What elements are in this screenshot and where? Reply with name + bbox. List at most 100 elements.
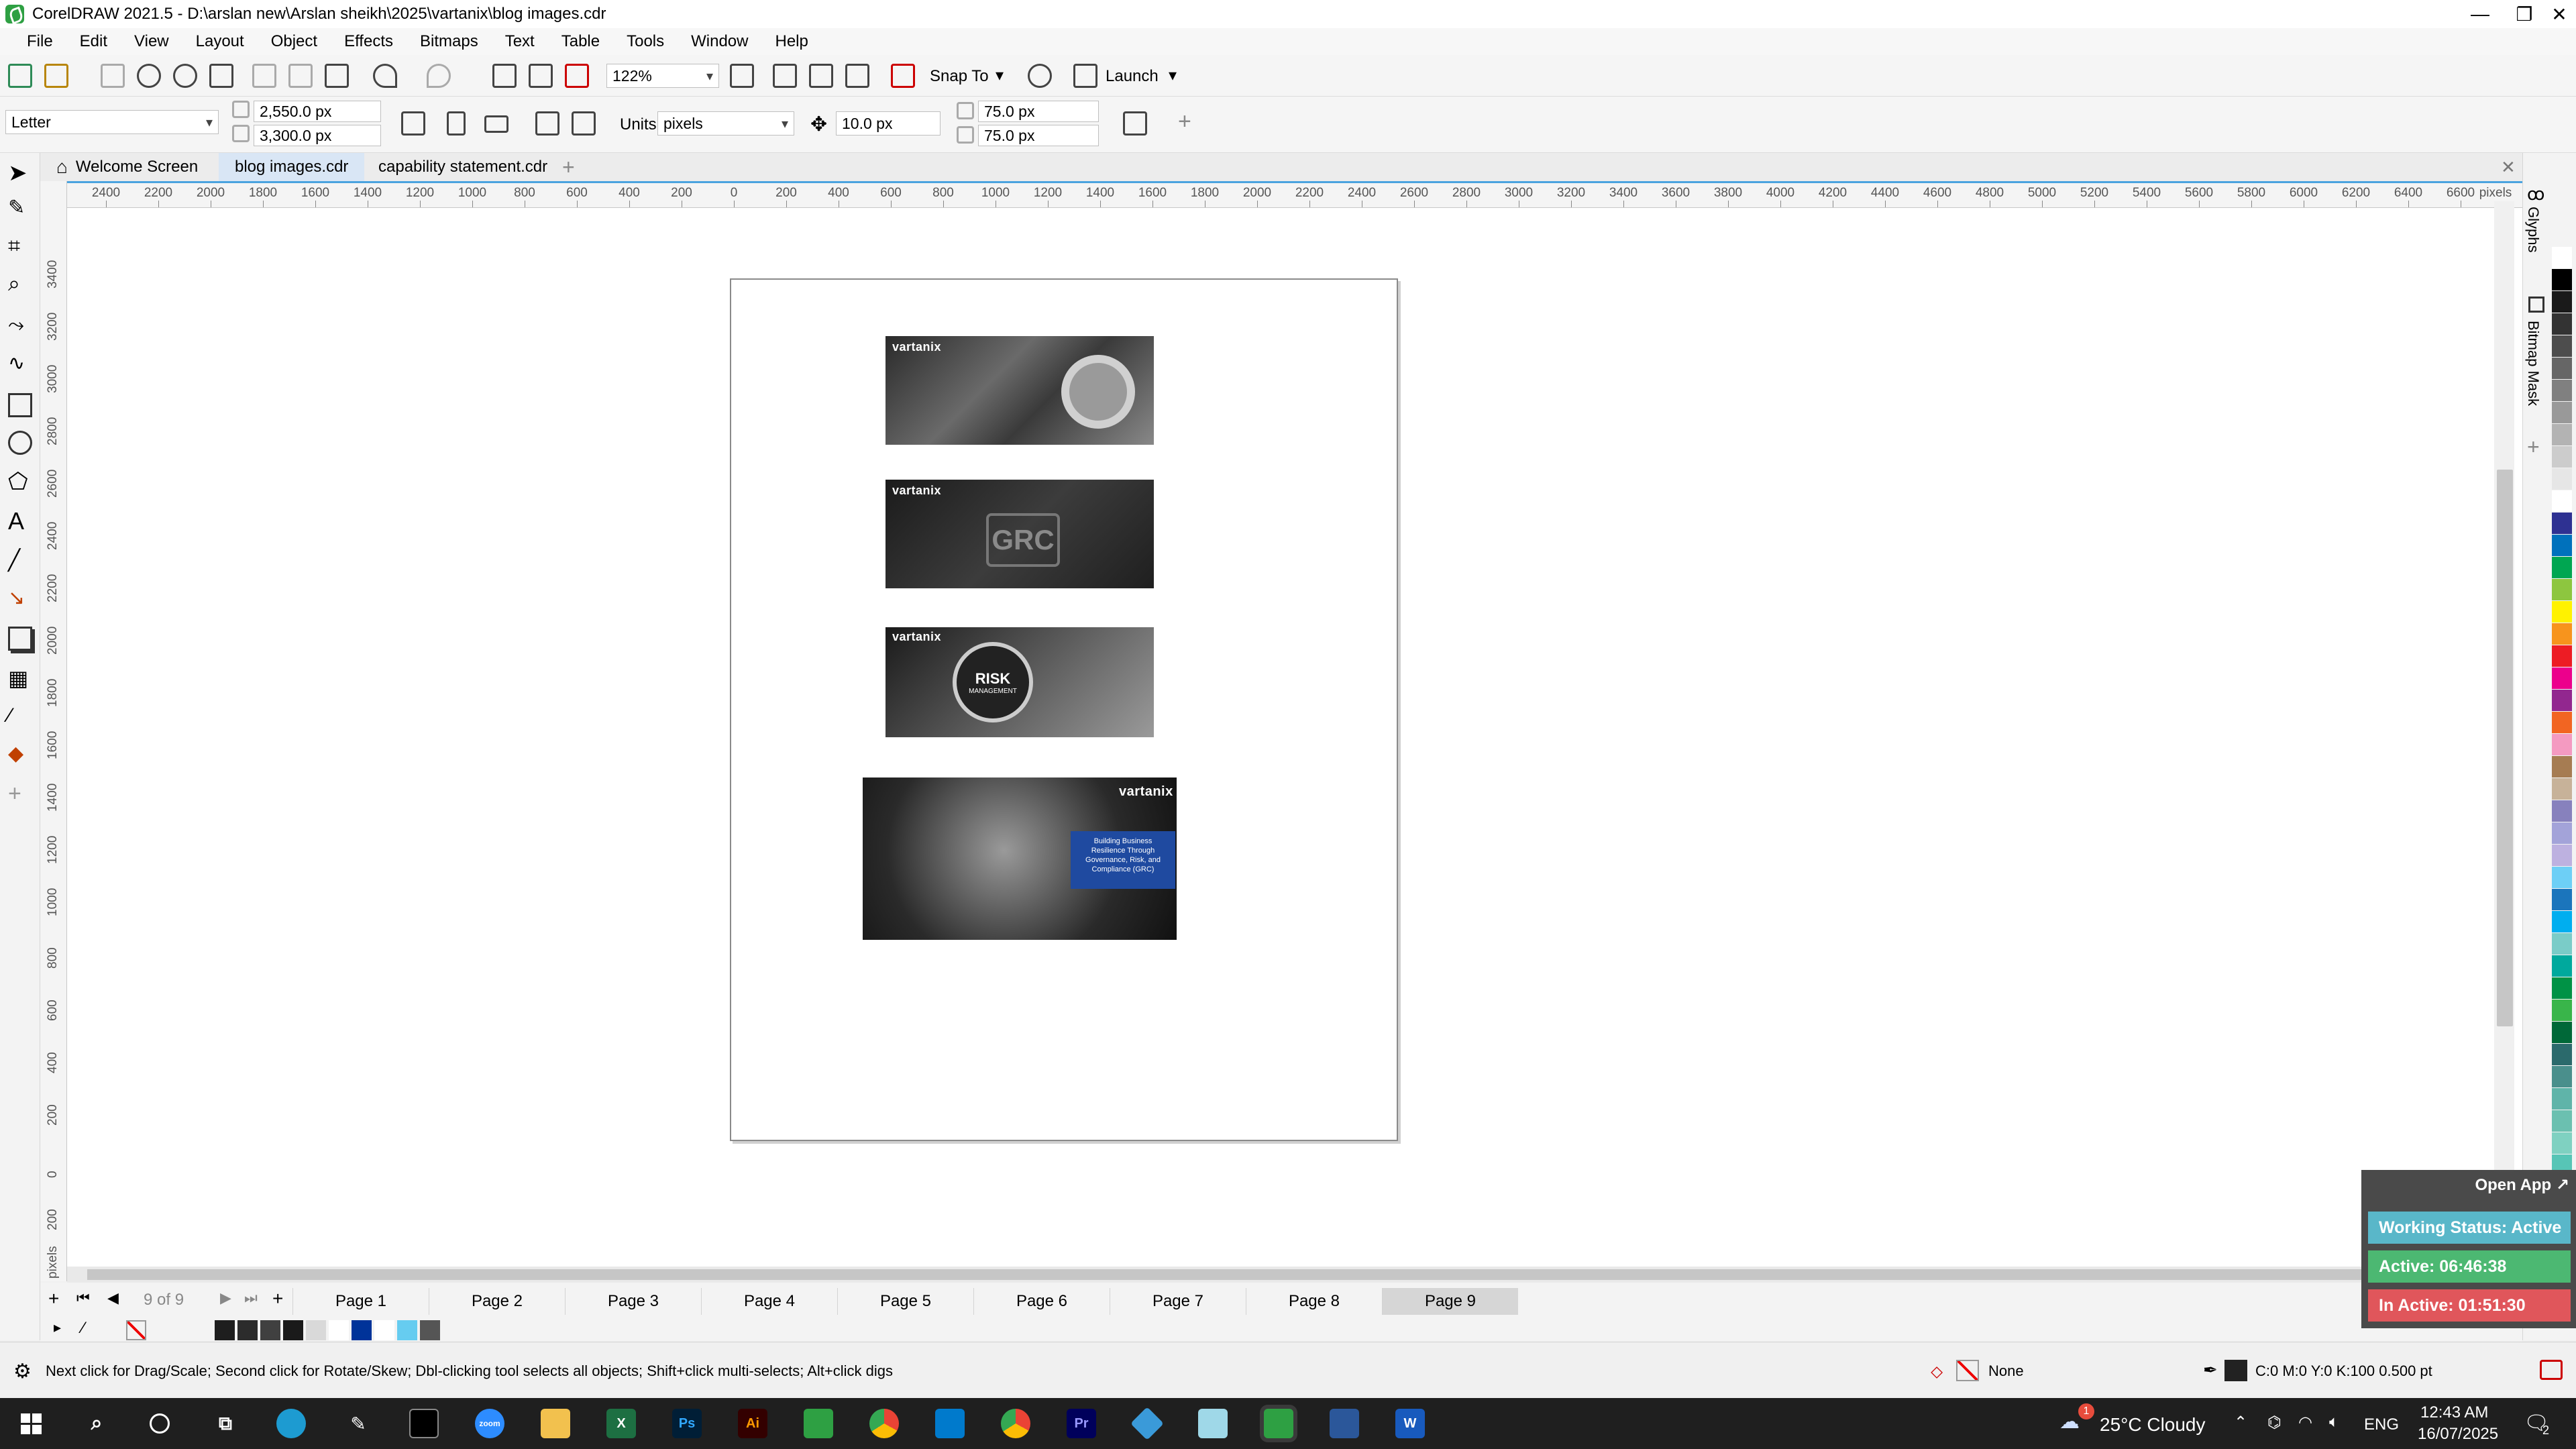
text-tool-icon[interactable]: A xyxy=(8,507,32,535)
portrait-icon[interactable] xyxy=(447,111,466,136)
artistic-media-icon[interactable]: ∿ xyxy=(8,352,32,376)
palette-swatch[interactable] xyxy=(2552,1110,2572,1132)
page-width-field[interactable]: 2,550.0 px xyxy=(254,101,381,122)
page-tab-4[interactable]: Page 4 xyxy=(701,1288,837,1315)
cloud-import-icon[interactable] xyxy=(137,64,161,88)
palette-swatch[interactable] xyxy=(2552,291,2572,313)
weather-icon[interactable]: ☁ xyxy=(2059,1410,2080,1434)
chevron-down-icon[interactable]: ▾ xyxy=(1169,66,1177,85)
palette-swatch[interactable] xyxy=(2552,778,2572,800)
palette-swatch[interactable] xyxy=(2552,690,2572,711)
gear-icon[interactable] xyxy=(1028,64,1052,88)
page-tab-9[interactable]: Page 9 xyxy=(1382,1288,1518,1315)
palette-swatch[interactable] xyxy=(2552,889,2572,910)
fill-none-swatch[interactable] xyxy=(1956,1360,1979,1381)
palette-eyedropper-icon[interactable]: ⁄ xyxy=(82,1319,85,1338)
grid-icon[interactable] xyxy=(809,64,833,88)
outline-color-swatch[interactable] xyxy=(2224,1360,2247,1381)
illustrator-icon[interactable]: Ai xyxy=(738,1409,767,1438)
document-palette-swatch[interactable] xyxy=(329,1320,349,1340)
transform-frame-icon[interactable] xyxy=(1123,111,1147,136)
snap-off-icon[interactable] xyxy=(891,64,915,88)
palette-swatch[interactable] xyxy=(2552,1132,2572,1154)
menu-edit[interactable]: Edit xyxy=(66,32,121,51)
palette-swatch[interactable] xyxy=(2552,822,2572,844)
edge-icon[interactable] xyxy=(276,1409,306,1438)
page-tab-6[interactable]: Page 6 xyxy=(973,1288,1110,1315)
page-tab-5[interactable]: Page 5 xyxy=(837,1288,973,1315)
align-icon[interactable] xyxy=(572,111,596,136)
guidelines-icon[interactable] xyxy=(845,64,869,88)
chevron-down-icon[interactable]: ▾ xyxy=(996,66,1004,85)
palette-swatch[interactable] xyxy=(2552,1088,2572,1110)
add-tool-icon[interactable]: + xyxy=(8,781,32,806)
document-palette-swatch[interactable] xyxy=(283,1320,303,1340)
page-height-field[interactable]: 3,300.0 px xyxy=(254,125,381,146)
connector-tool-icon[interactable]: ↘ xyxy=(8,586,32,610)
tab-blog-images[interactable]: blog images.cdr xyxy=(219,153,365,181)
first-page-icon[interactable]: ⏮ xyxy=(76,1289,90,1307)
save-icon[interactable] xyxy=(101,64,125,88)
horizontal-ruler[interactable]: 2400 2200 2000 1800 1600 1400 1200 1000 800 600 40… xyxy=(40,181,2522,208)
menu-tools[interactable]: Tools xyxy=(613,32,678,51)
bitmap-mask-docker-tab[interactable]: Bitmap Mask xyxy=(2524,321,2542,406)
palette-swatch[interactable] xyxy=(2552,513,2572,534)
zoom-tool-icon[interactable]: ⌕ xyxy=(8,271,32,295)
add-docker-icon[interactable]: + xyxy=(2527,435,2540,460)
menu-text[interactable]: Text xyxy=(492,32,548,51)
explorer-icon[interactable] xyxy=(541,1409,570,1438)
palette-swatch[interactable] xyxy=(2552,269,2572,290)
nudge-distance-field[interactable]: 10.0 px xyxy=(836,111,941,136)
menu-window[interactable]: Window xyxy=(678,32,761,51)
glyphs-icon[interactable]: ꝏ xyxy=(2527,184,2544,205)
pen-icon[interactable]: ✎ xyxy=(343,1409,373,1438)
palette-swatch[interactable] xyxy=(2552,955,2572,977)
page-tab-7[interactable]: Page 7 xyxy=(1110,1288,1246,1315)
open-folder-icon[interactable] xyxy=(44,64,68,88)
palette-swatch[interactable] xyxy=(2552,734,2572,755)
add-page-before-icon[interactable]: + xyxy=(48,1288,59,1309)
zoom-level-dropdown[interactable]: 122% xyxy=(606,64,719,88)
previous-page-icon[interactable]: ◀ xyxy=(107,1289,119,1307)
terminal-icon[interactable] xyxy=(409,1409,439,1438)
blog-image-3[interactable]: vartanix RISK MANAGEMENT xyxy=(885,627,1154,737)
document-palette-swatch[interactable] xyxy=(215,1320,235,1340)
copy-icon[interactable] xyxy=(288,64,313,88)
tab-capability-statement[interactable]: capability statement.cdr xyxy=(362,153,564,181)
blog-image-1[interactable]: vartanix xyxy=(885,336,1154,445)
blog-image-2[interactable]: vartanix GRC xyxy=(885,480,1154,588)
palette-swatch[interactable] xyxy=(2552,867,2572,888)
network-icon[interactable]: ⌬ xyxy=(2267,1413,2282,1432)
next-page-icon[interactable]: ▶ xyxy=(220,1289,231,1307)
palette-swatch[interactable] xyxy=(2552,579,2572,600)
cut-icon[interactable] xyxy=(252,64,276,88)
vertical-scrollbar[interactable] xyxy=(2494,201,2514,1275)
redo-icon[interactable] xyxy=(427,64,451,88)
menu-layout[interactable]: Layout xyxy=(182,32,258,51)
minimize-button[interactable]: — xyxy=(2457,0,2504,28)
palette-swatch[interactable] xyxy=(2552,756,2572,777)
no-color-swatch[interactable] xyxy=(126,1320,146,1340)
document-palette-swatch[interactable] xyxy=(306,1320,326,1340)
palette-swatch[interactable] xyxy=(2552,490,2572,512)
vertical-scroll-thumb[interactable] xyxy=(2497,470,2513,1026)
taskview-icon[interactable]: ⧉ xyxy=(211,1409,240,1438)
palette-swatch[interactable] xyxy=(2552,712,2572,733)
import-icon[interactable] xyxy=(492,64,517,88)
palette-swatch[interactable] xyxy=(2552,623,2572,645)
document-palette-swatch[interactable] xyxy=(352,1320,372,1340)
photoshop-icon[interactable]: Ps xyxy=(672,1409,702,1438)
bitmap-mask-icon[interactable] xyxy=(2528,297,2544,313)
document-page[interactable]: vartanix vartanix GRC vartanix RISK MANA… xyxy=(730,278,1398,1141)
clock-time[interactable]: 12:43 AM xyxy=(2420,1403,2488,1422)
clock-date[interactable]: 16/07/2025 xyxy=(2418,1425,2498,1444)
menu-table[interactable]: Table xyxy=(548,32,613,51)
polygon-tool-icon[interactable]: ⬠ xyxy=(8,468,32,494)
search-icon[interactable]: ⌕ xyxy=(82,1409,111,1438)
menu-file[interactable]: File xyxy=(13,32,66,51)
wifi-icon[interactable]: ◠ xyxy=(2298,1413,2312,1432)
zoom-icon[interactable]: zoom xyxy=(475,1409,504,1438)
palette-swatch[interactable] xyxy=(2552,667,2572,689)
rectangle-tool-icon[interactable] xyxy=(8,393,32,417)
outline-pen-icon[interactable]: ✒ xyxy=(2203,1360,2218,1381)
